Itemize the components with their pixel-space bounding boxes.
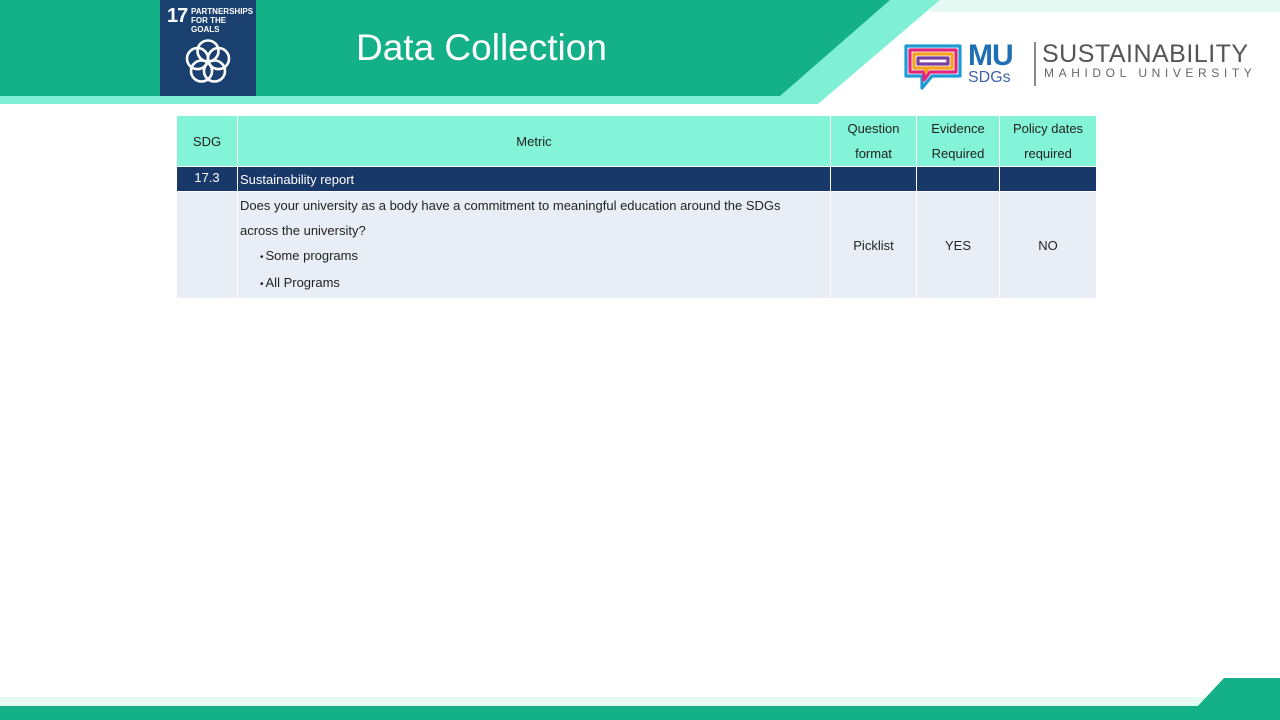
row-question-format-cell: Picklist [830,191,917,299]
section-empty-cell [916,166,1000,192]
logo-sustainability-text: SUSTAINABILITY [1042,40,1249,68]
speech-bubble-logo-icon [904,44,962,90]
metric-option-label: Some programs [265,248,358,263]
metric-question-line1: Does your university as a body have a co… [240,198,781,213]
row-evidence-required-cell: YES [916,191,1000,299]
header-question-format-line2: format [855,146,892,161]
partnership-rings-icon [185,39,231,83]
logo-divider [1034,42,1036,86]
table-section-row: 17.3 Sustainability report [176,166,1097,192]
footer-band-dark [0,706,1280,720]
footer-corner-accent [1196,678,1280,720]
section-empty-cell [830,166,917,192]
table-row: Does your university as a body have a co… [176,191,1097,299]
header-policy-line1: Policy dates [1012,121,1084,136]
bullet-icon: • [260,252,264,263]
table-header-row: SDG Metric Question format Evidence Requ… [176,115,1097,167]
mu-sdgs-logo: MU SDGs SUSTAINABILITY MAHIDOL UNIVERSIT… [902,40,1262,92]
header-metric: Metric [237,115,831,167]
sdg-17-badge: 17 PARTNERSHIPS FOR THE GOALS [160,0,256,96]
logo-mu-text: MU [968,39,1014,72]
row-policy-dates-cell: NO [999,191,1097,299]
sdg-badge-label-line1: PARTNERSHIPS [191,7,254,16]
header-evidence-required: Evidence Required [916,115,1000,167]
section-sdg-cell: 17.3 [176,166,238,192]
metric-question-line2: across the university? [240,223,366,238]
metric-option-item: • All Programs [240,270,828,297]
sdg-badge-label: PARTNERSHIPS FOR THE GOALS [191,7,253,34]
metric-option-label: All Programs [265,275,340,290]
metric-question: Does your university as a body have a co… [240,192,828,298]
header-policy-line2: required [1024,146,1072,161]
header-policy-dates: Policy dates required [999,115,1097,167]
header-question-format-line1: Question [847,121,900,136]
slide-title: Data Collection [356,27,607,68]
header-question-format: Question format [830,115,917,167]
section-metric-cell: Sustainability report [237,166,831,192]
row-metric-cell: Does your university as a body have a co… [237,191,831,299]
header-evidence-line1: Evidence [931,121,985,136]
data-collection-table: SDG Metric Question format Evidence Requ… [176,115,1097,299]
row-sdg-cell [176,191,238,299]
sdg-badge-number: 17 [167,5,188,27]
header-evidence-line2: Required [931,146,985,161]
bullet-icon: • [260,279,264,290]
metric-option-item: • Some programs [240,243,828,270]
section-empty-cell [999,166,1097,192]
header-sdg: SDG [176,115,238,167]
sdg-badge-label-line2: FOR THE GOALS [191,16,227,34]
logo-sdgs-text: SDGs [968,69,1011,86]
logo-university-text: MAHIDOL UNIVERSITY [1044,66,1257,80]
